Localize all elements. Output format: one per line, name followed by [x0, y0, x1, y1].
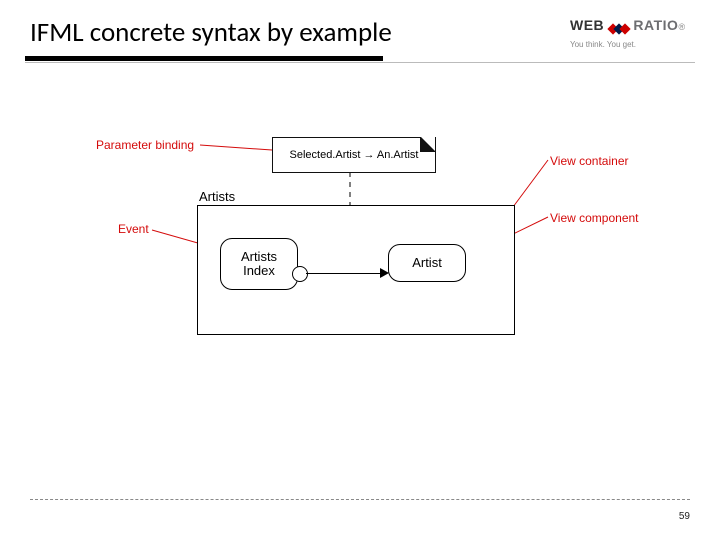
callout-view-component: View component — [550, 211, 639, 225]
slide-root: IFML concrete syntax by example WEB RATI… — [0, 0, 720, 540]
logo-text-ratio: RATIO — [633, 17, 678, 33]
view-component-artists-index: Artists Index — [220, 238, 298, 290]
parameter-binding-text: Selected.Artist → An.Artist — [290, 149, 419, 161]
component1-label: Artists Index — [241, 250, 277, 277]
callout-view-container: View container — [550, 154, 629, 168]
logo-registered: ® — [678, 22, 685, 32]
title-underline — [25, 56, 383, 61]
component2-label: Artist — [412, 256, 442, 270]
webratio-logo: WEB RATIO® You think. You get. — [570, 16, 690, 54]
arrowhead-icon — [380, 268, 389, 278]
callout-parameter-binding: Parameter binding — [96, 138, 194, 152]
ifml-diagram: Parameter binding Event View container V… — [0, 100, 720, 460]
logo-tagline: You think. You get. — [570, 40, 690, 50]
title-rule — [25, 62, 695, 63]
note-fold-icon — [420, 137, 435, 152]
navigation-flow-arrow — [306, 273, 386, 274]
view-container-label: Artists — [197, 189, 237, 204]
event-circle-icon — [292, 266, 308, 282]
parameter-binding-note: Selected.Artist → An.Artist — [272, 137, 436, 173]
page-number: 59 — [679, 511, 690, 522]
logo-text-web: WEB — [570, 17, 604, 33]
footer-dash-rule — [30, 499, 690, 500]
logo-cubes-icon — [610, 19, 628, 38]
view-component-artist: Artist — [388, 244, 466, 282]
page-title: IFML concrete syntax by example — [30, 16, 392, 49]
callout-event: Event — [118, 222, 149, 236]
